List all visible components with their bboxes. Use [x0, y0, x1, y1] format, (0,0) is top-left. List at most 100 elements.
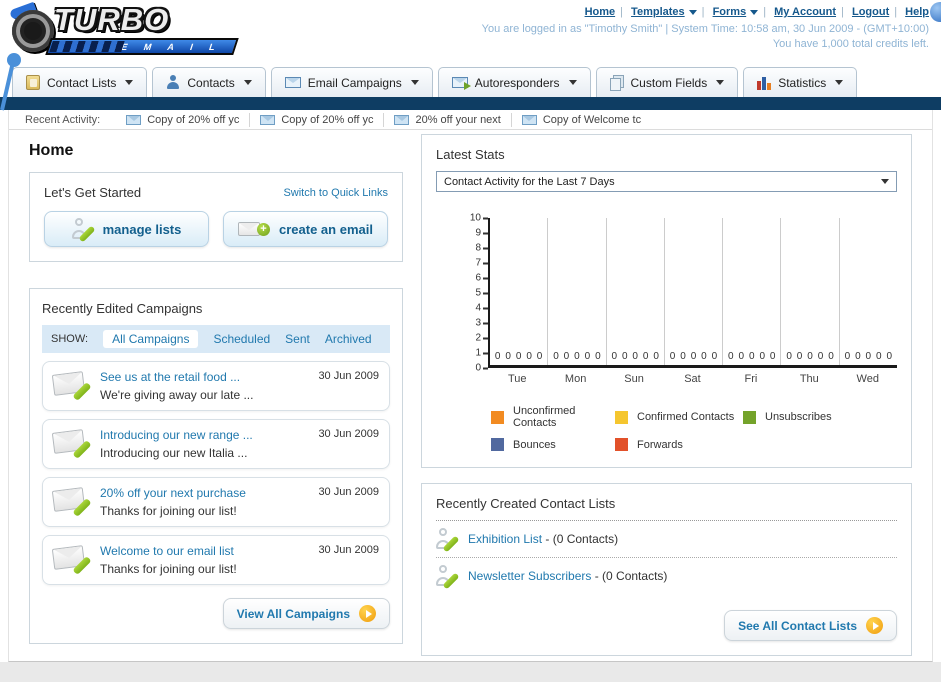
recent-activity-item[interactable]: Copy of 20% off yc — [116, 112, 251, 127]
brand-name: TURBO — [54, 2, 170, 37]
switch-quick-links-link[interactable]: Switch to Quick Links — [283, 187, 388, 199]
filter-archived[interactable]: Archived — [325, 332, 372, 346]
campaign-title-link[interactable]: See us at the retail food ... — [100, 370, 253, 384]
contact-list-link[interactable]: Exhibition List — [468, 532, 542, 546]
chart-day-group: 00000 — [722, 218, 780, 365]
chevron-down-icon — [716, 80, 725, 85]
chart-value-label: 0 — [786, 351, 792, 362]
chevron-down-icon — [243, 80, 252, 85]
chart-y-tick: 5 — [475, 288, 488, 299]
manage-lists-button[interactable]: manage lists — [44, 211, 209, 247]
bottom-strip — [0, 662, 941, 682]
contact-list-count: - (0 Contacts) — [591, 569, 668, 583]
top-nav: Home | Templates | Forms | My Account | Logo… — [584, 6, 929, 18]
chart-value-label: 0 — [759, 351, 765, 362]
chart-plot: 00000000000000000000000000000000000 — [488, 218, 897, 368]
tab-custom-fields[interactable]: Custom Fields — [595, 67, 739, 97]
chart-y-tick: 1 — [475, 348, 488, 359]
chart-y-tick: 3 — [475, 318, 488, 329]
chart-day-group: 00000 — [780, 218, 838, 365]
nav-link-templates[interactable]: Templates — [631, 6, 685, 18]
legend-label: Unconfirmed Contacts — [513, 405, 576, 429]
recent-activity-bar: Recent Activity: Copy of 20% off yc Copy… — [9, 110, 932, 130]
recent-activity-item[interactable]: Copy of 20% off yc — [250, 112, 385, 127]
tab-label: Custom Fields — [630, 75, 708, 90]
campaign-title-link[interactable]: Welcome to our email list — [100, 544, 237, 558]
legend-item: Bounces — [491, 438, 615, 451]
recently-created-contact-lists-panel: Recently Created Contact Lists Exhibitio… — [421, 483, 912, 656]
filter-scheduled[interactable]: Scheduled — [213, 332, 270, 346]
chart-value-label: 0 — [748, 351, 755, 362]
chart-value-label: 0 — [669, 351, 676, 362]
tab-statistics[interactable]: Statistics — [743, 67, 858, 97]
campaign-subtitle: Thanks for joining our list! — [100, 504, 237, 518]
see-all-contact-lists-button[interactable]: See All Contact Lists — [724, 610, 897, 641]
tab-email-campaigns[interactable]: Email Campaigns — [270, 67, 433, 97]
chevron-down-icon — [568, 80, 577, 85]
chart-x-label: Thu — [799, 373, 819, 385]
chart-value-label: 0 — [595, 351, 601, 362]
email-campaigns-icon — [284, 77, 301, 88]
envelope-icon — [260, 114, 276, 125]
recent-activity-item[interactable]: Copy of Welcome tc — [512, 113, 651, 127]
campaign-item[interactable]: Welcome to our email list Thanks for joi… — [42, 535, 390, 585]
contact-activity-chart: 0 1 2 3 4 5 6 7 8 9 10 000000000000000000000000000… — [436, 213, 897, 385]
tab-label: Statistics — [778, 75, 827, 90]
contact-lists-panel-title: Recently Created Contact Lists — [436, 496, 616, 511]
contact-list-item[interactable]: Exhibition List - (0 Contacts) — [436, 521, 897, 558]
stats-dropdown[interactable]: Contact Activity for the Last 7 Days — [436, 171, 897, 192]
chart-value-label: 0 — [828, 351, 834, 362]
chart-value-label: 0 — [690, 351, 697, 362]
chart-day-group: 00000 — [605, 218, 664, 365]
chart-y-tick: 6 — [475, 273, 488, 284]
chevron-down-icon — [688, 9, 697, 15]
tab-contact-lists[interactable]: Contact Lists — [12, 67, 148, 97]
chart-value-label: 0 — [728, 351, 734, 362]
legend-swatch — [491, 438, 504, 451]
legend-item: Unconfirmed Contacts — [491, 405, 615, 429]
campaigns-panel-title: Recently Edited Campaigns — [42, 301, 203, 316]
chart-value-label: 0 — [653, 351, 659, 362]
view-all-campaigns-button[interactable]: View All Campaigns — [222, 598, 390, 629]
chart-value-label: 0 — [526, 351, 532, 362]
chart-y-tick: 4 — [475, 303, 488, 314]
chart-value-label: 0 — [844, 351, 851, 362]
campaign-item[interactable]: 20% off your next purchase Thanks for jo… — [42, 477, 390, 527]
nav-link-forms[interactable]: Forms — [713, 6, 747, 18]
chart-day-group: 00000 — [838, 218, 897, 365]
nav-link-logout[interactable]: Logout — [852, 6, 889, 18]
campaign-title-link[interactable]: Introducing our new range ... — [100, 428, 253, 442]
create-email-button[interactable]: + create an email — [223, 211, 388, 247]
chart-value-label: 0 — [642, 351, 649, 362]
chart-y-tick: 2 — [475, 333, 488, 344]
nav-link-my-account[interactable]: My Account — [774, 6, 836, 18]
contact-list-link[interactable]: Newsletter Subscribers — [468, 569, 591, 583]
main-nav-tabs: Contact Lists Contacts Email Campaigns A… — [0, 62, 941, 97]
chart-y-axis: 0 1 2 3 4 5 6 7 8 9 10 — [462, 213, 488, 374]
stats-dropdown-value: Contact Activity for the Last 7 Days — [444, 175, 615, 188]
chevron-down-icon — [125, 80, 134, 85]
filter-sent[interactable]: Sent — [285, 332, 310, 346]
chart-value-label: 0 — [865, 351, 872, 362]
arrow-right-icon — [866, 617, 883, 634]
tab-autoresponders[interactable]: Autoresponders — [437, 67, 591, 97]
campaign-filter-bar: SHOW: All Campaigns Scheduled Sent Archi… — [42, 325, 390, 353]
navy-divider-bar — [0, 97, 941, 110]
campaign-item[interactable]: See us at the retail food ... We're givi… — [42, 361, 390, 411]
contact-list-item[interactable]: Newsletter Subscribers - (0 Contacts) — [436, 558, 897, 594]
brand-sub: E M A I L — [45, 38, 239, 55]
chart-y-tick: 7 — [475, 258, 488, 269]
filter-all-campaigns[interactable]: All Campaigns — [103, 330, 199, 348]
recent-activity-item[interactable]: 20% off your next — [384, 112, 512, 127]
main: Home Let's Get Started Switch to Quick L… — [9, 130, 932, 656]
contact-list-count: - (0 Contacts) — [542, 532, 619, 546]
nav-link-help[interactable]: Help — [905, 6, 929, 18]
nav-link-home[interactable]: Home — [585, 6, 616, 18]
chart-value-label: 0 — [515, 351, 522, 362]
campaign-item[interactable]: Introducing our new range ... Introducin… — [42, 419, 390, 469]
show-label: SHOW: — [51, 333, 89, 345]
tab-contacts[interactable]: Contacts — [152, 67, 266, 97]
campaign-title-link[interactable]: 20% off your next purchase — [100, 486, 246, 500]
help-ball-icon[interactable] — [930, 2, 941, 22]
tab-label: Contact Lists — [47, 75, 117, 90]
